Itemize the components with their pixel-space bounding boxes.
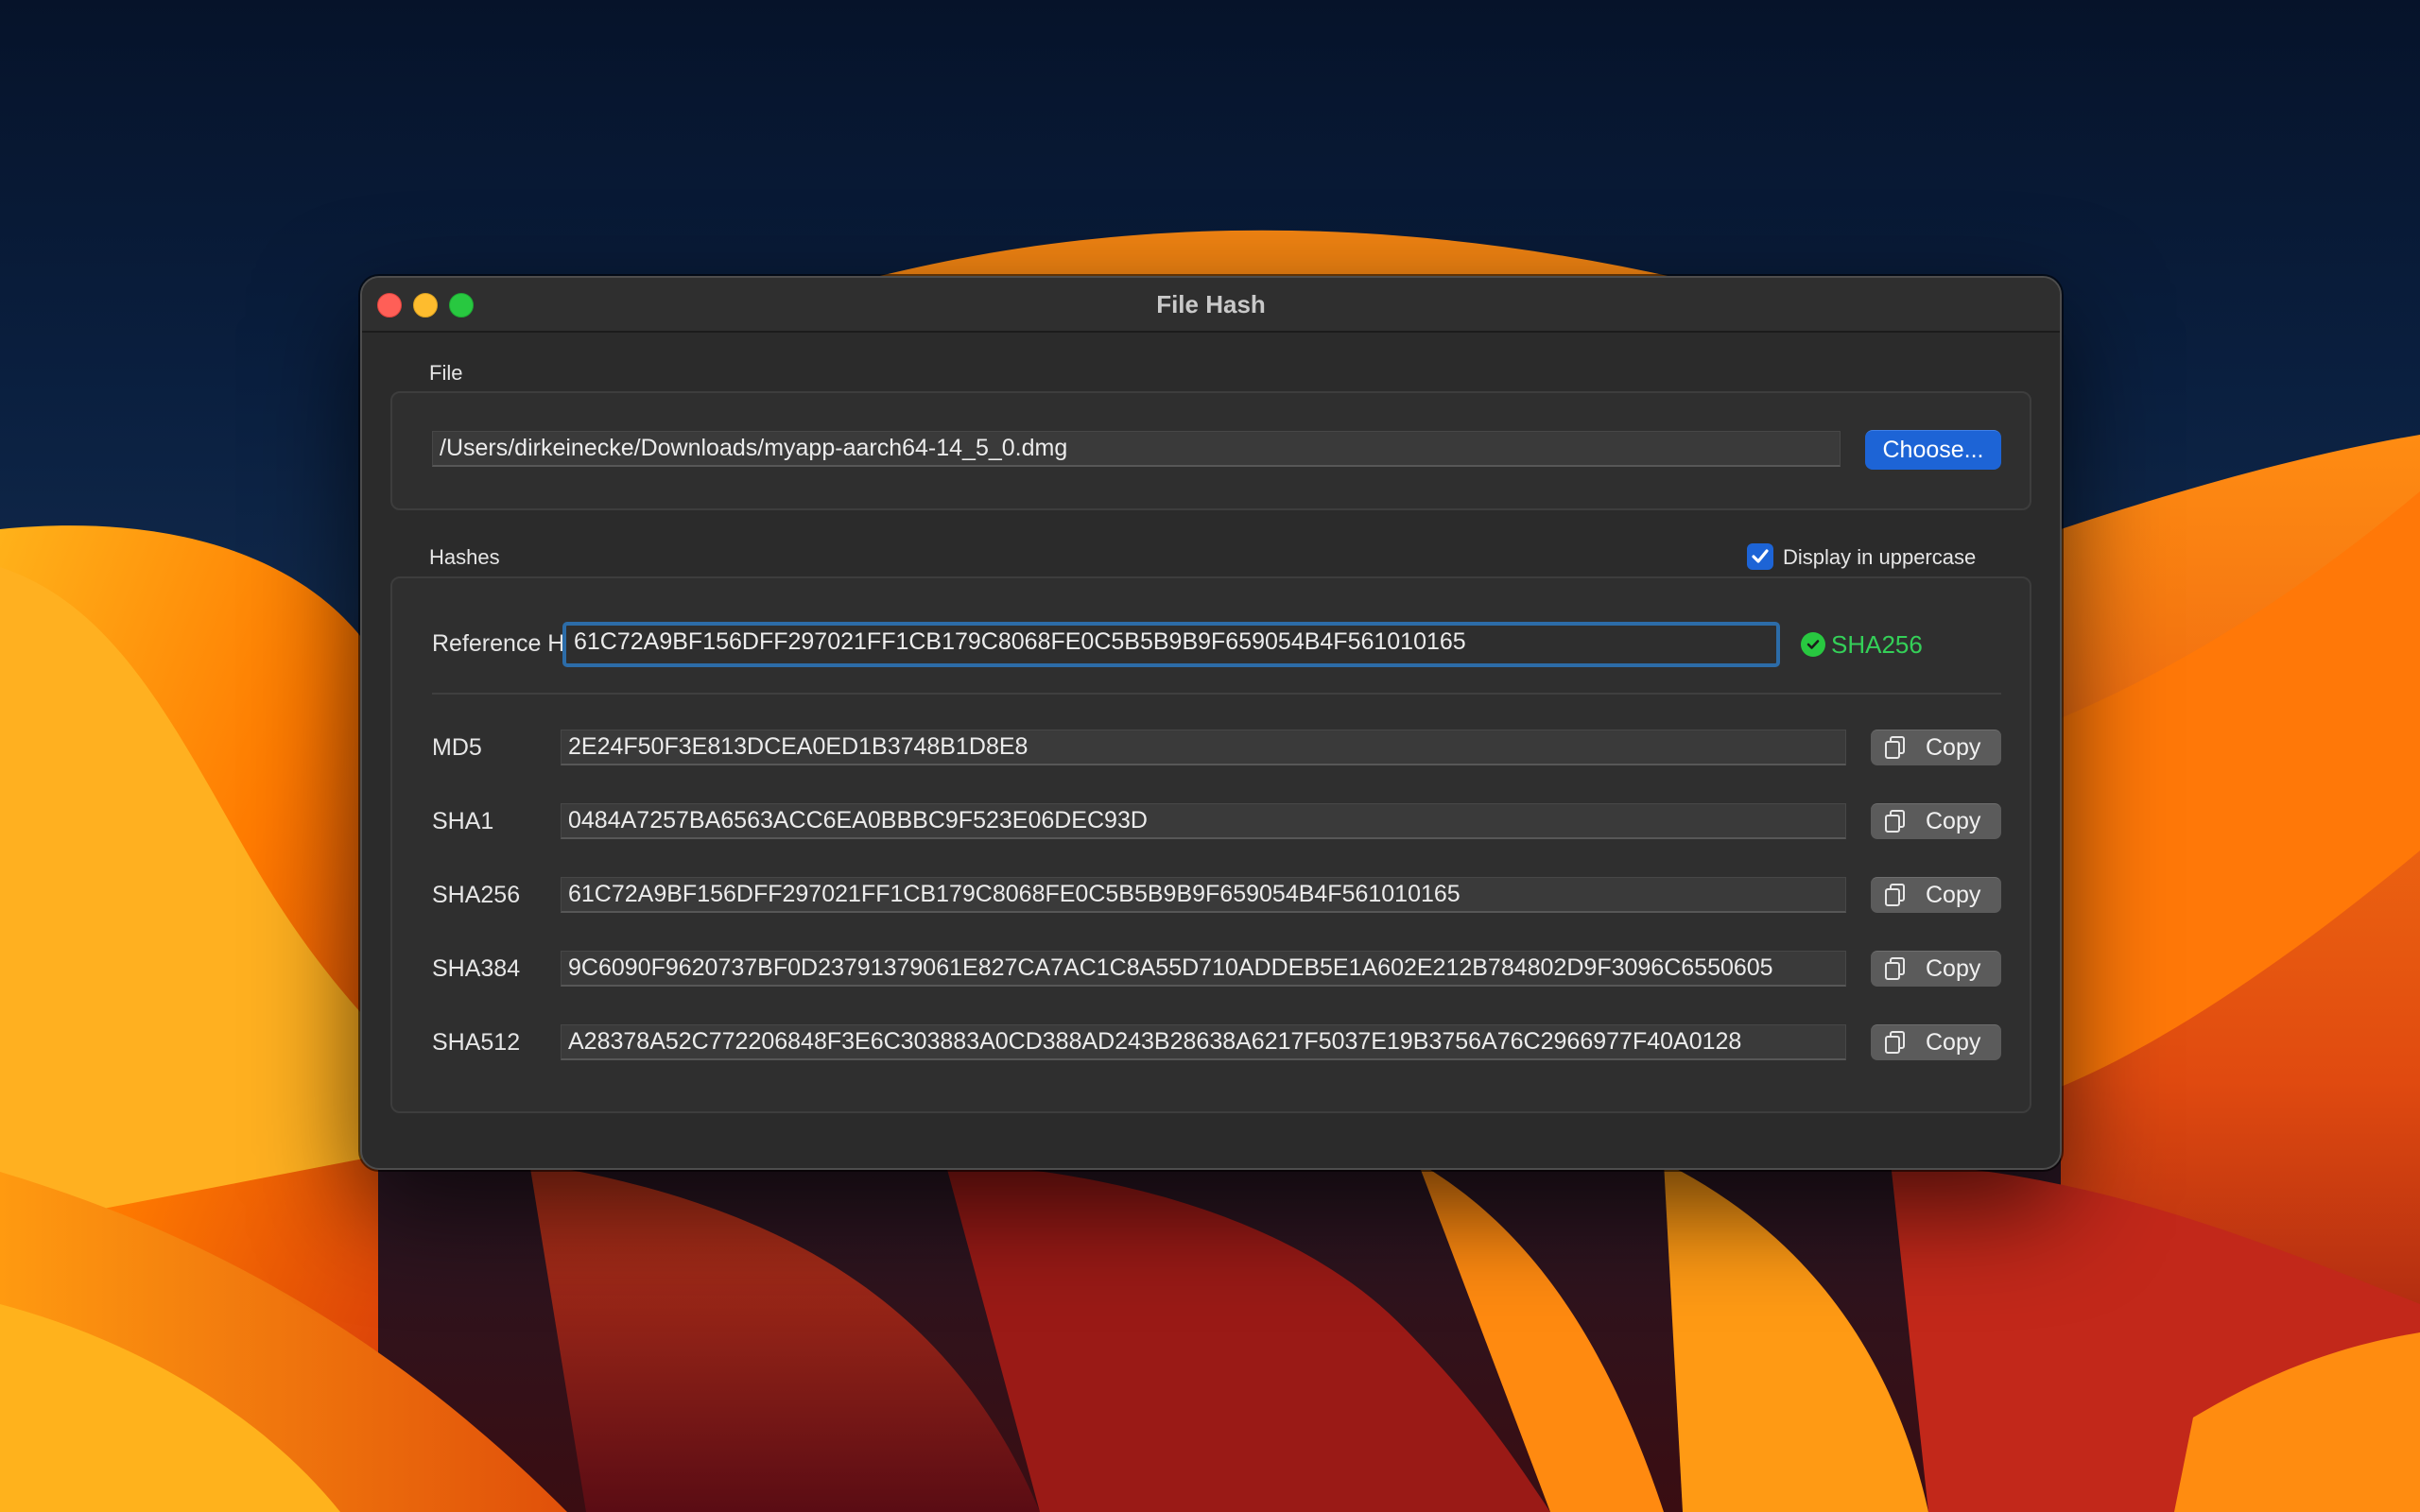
hash-value-sha1[interactable]: 0484A7257BA6563ACC6EA0BBBC9F523E06DEC93D <box>561 803 1846 839</box>
copy-button-sha384[interactable]: Copy <box>1871 951 2001 987</box>
file-section-box: /Users/dirkeinecke/Downloads/myapp-aarch… <box>390 391 2031 510</box>
reference-hash-input[interactable]: 61C72A9BF156DFF297021FF1CB179C8068FE0C5B… <box>562 622 1780 667</box>
copy-documents-icon <box>1885 736 1905 759</box>
section-divider <box>432 693 2001 695</box>
hashes-section-box: Reference Hash 61C72A9BF156DFF297021FF1C… <box>390 576 2031 1113</box>
hash-value-sha512[interactable]: A28378A52C772206848F3E6C303883A0CD388AD2… <box>561 1024 1846 1060</box>
match-status-text: SHA256 <box>1831 630 1923 659</box>
hash-label-md5: MD5 <box>432 734 482 761</box>
copy-documents-icon <box>1885 884 1905 906</box>
file-section-label: File <box>429 361 463 385</box>
copy-button-sha1[interactable]: Copy <box>1871 803 2001 839</box>
checkmark-icon <box>1752 549 1769 563</box>
hash-value-sha256[interactable]: 61C72A9BF156DFF297021FF1CB179C8068FE0C5B… <box>561 877 1846 913</box>
copy-documents-icon <box>1885 1031 1905 1054</box>
file-path-field[interactable]: /Users/dirkeinecke/Downloads/myapp-aarch… <box>432 431 1841 467</box>
choose-file-button[interactable]: Choose... <box>1865 430 2001 470</box>
copy-button-label: Copy <box>1926 734 1981 761</box>
window-title: File Hash <box>1156 290 1266 318</box>
hashes-section-label: Hashes <box>429 545 500 569</box>
copy-button-label: Copy <box>1926 882 1981 908</box>
copy-button-label: Copy <box>1926 1029 1981 1056</box>
hash-label-sha512: SHA512 <box>432 1029 521 1056</box>
copy-button-sha512[interactable]: Copy <box>1871 1024 2001 1060</box>
hash-label-sha1: SHA1 <box>432 808 494 834</box>
copy-button-label: Copy <box>1926 808 1981 834</box>
copy-documents-icon <box>1885 957 1905 980</box>
copy-documents-icon <box>1885 810 1905 833</box>
hash-value-md5[interactable]: 2E24F50F3E813DCEA0ED1B3748B1D8E8 <box>561 730 1846 765</box>
copy-button-label: Copy <box>1926 955 1981 982</box>
copy-button-md5[interactable]: Copy <box>1871 730 2001 765</box>
file-hash-window: File Hash File /Users/dirkeinecke/Downlo… <box>360 276 2062 1170</box>
uppercase-checkbox[interactable] <box>1747 543 1773 570</box>
hash-value-sha384[interactable]: 9C6090F9620737BF0D23791379061E827CA7AC1C… <box>561 951 1846 987</box>
copy-button-sha256[interactable]: Copy <box>1871 877 2001 913</box>
hash-label-sha256: SHA256 <box>432 882 521 908</box>
hash-label-sha384: SHA384 <box>432 955 521 982</box>
uppercase-checkbox-label[interactable]: Display in uppercase <box>1783 545 1976 570</box>
match-status-icon <box>1801 632 1825 657</box>
checkmark-circle-icon <box>1806 640 1820 649</box>
title-bar[interactable]: File Hash <box>362 278 2060 333</box>
